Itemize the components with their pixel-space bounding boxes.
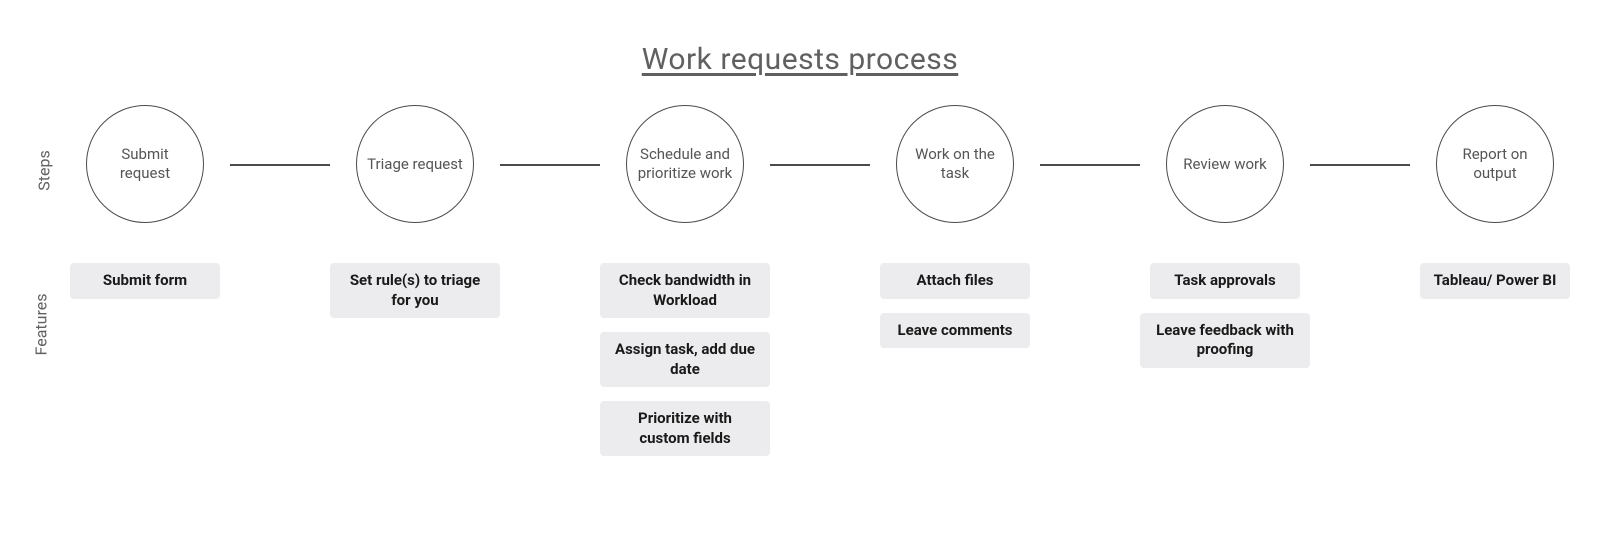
feature-group: Set rule(s) to triage for you: [330, 263, 500, 318]
step-circle: Review work: [1166, 105, 1284, 223]
step-circle: Triage request: [356, 105, 474, 223]
row-label-steps: Steps: [35, 150, 54, 190]
feature-group: Check bandwidth in Workload Assign task,…: [600, 263, 770, 456]
feature-chip: Assign task, add due date: [600, 332, 770, 387]
feature-group: Task approvals Leave feedback with proof…: [1140, 263, 1310, 368]
diagram-body: Steps Features Submit request Submit for…: [0, 105, 1600, 456]
feature-chip: Leave comments: [880, 313, 1030, 349]
step-circle: Schedule and prioritize work: [626, 105, 744, 223]
step-circle: Work on the task: [896, 105, 1014, 223]
step-column: Report on output Tableau/ Power BI: [1410, 105, 1580, 299]
step-column: Submit request Submit form: [60, 105, 230, 299]
process-columns: Submit request Submit form Triage reques…: [60, 105, 1600, 456]
connector-line: [1310, 164, 1410, 166]
connector-line: [500, 164, 600, 166]
diagram-title: Work requests process: [0, 42, 1600, 77]
feature-chip: Task approvals: [1150, 263, 1300, 299]
step-column: Review work Task approvals Leave feedbac…: [1140, 105, 1310, 368]
step-column: Work on the task Attach files Leave comm…: [870, 105, 1040, 348]
step-circle: Report on output: [1436, 105, 1554, 223]
feature-chip: Attach files: [880, 263, 1030, 299]
feature-group: Attach files Leave comments: [870, 263, 1040, 348]
connector-line: [230, 164, 330, 166]
feature-chip: Prioritize with custom fields: [600, 401, 770, 456]
step-column: Triage request Set rule(s) to triage for…: [330, 105, 500, 318]
feature-chip: Check bandwidth in Workload: [600, 263, 770, 318]
feature-chip: Set rule(s) to triage for you: [330, 263, 500, 318]
step-column: Schedule and prioritize work Check bandw…: [600, 105, 770, 456]
feature-group: Tableau/ Power BI: [1410, 263, 1580, 299]
feature-chip: Leave feedback with proofing: [1140, 313, 1310, 368]
connector-line: [770, 164, 870, 166]
connector-line: [1040, 164, 1140, 166]
feature-chip: Tableau/ Power BI: [1420, 263, 1571, 299]
feature-group: Submit form: [60, 263, 230, 299]
step-circle: Submit request: [86, 105, 204, 223]
row-label-features: Features: [31, 294, 50, 356]
feature-chip: Submit form: [70, 263, 220, 299]
